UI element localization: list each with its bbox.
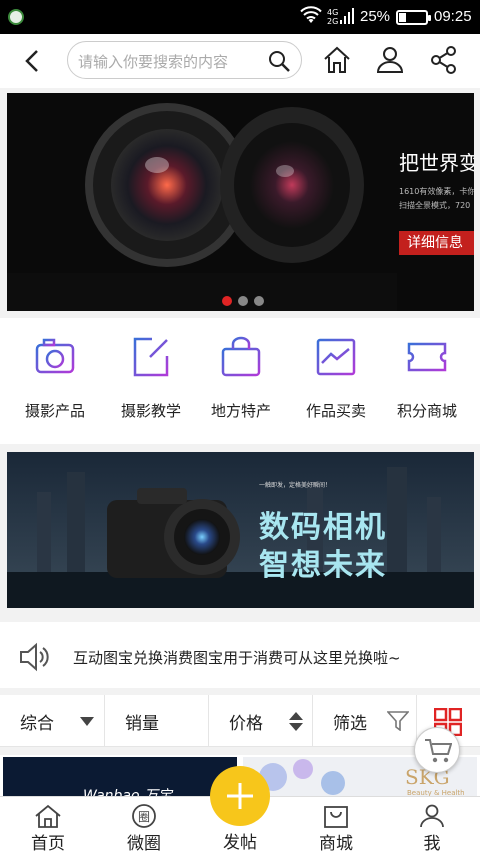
network-type: 4G 2G [327, 8, 339, 26]
search-input[interactable]: 请输入你要搜索的内容 [67, 41, 302, 79]
back-arrow-icon[interactable] [18, 46, 48, 76]
user-icon[interactable] [374, 44, 406, 76]
notice-bar[interactable]: 互动图宝兑换消费图宝用于消费可从这里兑换啦~ [0, 622, 480, 688]
category-grid: 摄影产品 摄影教学 地方特产 作品买卖 积分商城 [0, 318, 480, 444]
cart-button[interactable] [414, 727, 460, 773]
wifi-icon [300, 6, 322, 23]
circle-badge-icon: 圈 [132, 804, 156, 828]
category-works-trading[interactable]: 作品买卖 [288, 318, 384, 444]
notice-text: 互动图宝兑换消费图宝用于消费可从这里兑换啦~ [73, 649, 401, 667]
carousel-dot-1[interactable] [222, 296, 232, 306]
shopping-bag-icon [324, 806, 348, 828]
search-placeholder: 请输入你要搜索的内容 [78, 53, 229, 71]
category-label: 摄影产品 [24, 402, 85, 420]
city-camera-image [7, 452, 474, 608]
category-photo-products[interactable]: 摄影产品 [7, 318, 103, 444]
share-icon[interactable] [428, 44, 460, 76]
shopping-bag-icon [221, 336, 261, 377]
post-button[interactable] [210, 766, 270, 826]
home-icon[interactable] [321, 44, 353, 76]
clock: 09:25 [434, 8, 472, 25]
home-icon [35, 804, 61, 828]
banner2-tagline: 一触即发，定格美好瞬间！ [259, 482, 332, 489]
app-notification-icon [8, 9, 24, 25]
image-icon [316, 338, 356, 376]
battery-percent: 25% [360, 8, 391, 25]
sort-arrows-icon [289, 712, 303, 731]
cart-icon [425, 739, 452, 763]
category-local-specialties[interactable]: 地方特产 [193, 318, 289, 444]
carousel-dot-3[interactable] [254, 296, 264, 306]
filter-price[interactable]: 价格 [209, 695, 313, 747]
speaker-icon [20, 642, 49, 672]
nav-label-post: 发帖 [223, 833, 257, 853]
caret-down-icon [80, 717, 94, 726]
ticket-icon [407, 342, 447, 372]
filter-bar: 综合 销量 价格 筛选 [0, 695, 480, 747]
page: 4G 2G 25% 09:25 请输入你要搜索的内容 把世界变 1610有效像素… [0, 0, 480, 853]
svg-text:圈: 圈 [138, 810, 150, 824]
nav-me[interactable]: 我 [384, 797, 480, 853]
search-icon[interactable] [267, 49, 291, 73]
filter-label: 销量 [125, 714, 159, 734]
filter-screen[interactable]: 筛选 [313, 695, 417, 747]
banner-detail: 1610有效像素，卡你 扫描全景模式，720 [399, 187, 474, 210]
camera-lens-image [7, 103, 397, 311]
category-label: 地方特产 [210, 402, 271, 420]
signal-icon [340, 8, 354, 24]
filter-sales[interactable]: 销量 [105, 695, 209, 747]
carousel-dots [222, 291, 270, 310]
plus-icon [227, 783, 253, 809]
camera-icon [35, 338, 75, 374]
category-label: 作品买卖 [305, 402, 366, 420]
filter-sort-all[interactable]: 综合 [0, 695, 105, 747]
battery-icon [396, 10, 431, 25]
nav-circle[interactable]: 圈 微圈 [96, 797, 192, 853]
user-icon [420, 804, 444, 828]
nav-home[interactable]: 首页 [0, 797, 96, 853]
nav-label: 我 [423, 834, 441, 853]
nav-label: 微圈 [127, 834, 161, 853]
nav-label: 商城 [319, 834, 353, 853]
filter-label: 价格 [229, 714, 263, 734]
nav-mall[interactable]: 商城 [288, 797, 384, 853]
category-photo-teaching[interactable]: 摄影教学 [103, 318, 199, 444]
banner2-title-line2: 智想未来 [259, 548, 387, 583]
promo-banner[interactable]: 把世界变 1610有效像素，卡你 扫描全景模式，720 详细信息 [7, 93, 474, 311]
banner-headline: 把世界变 [399, 151, 474, 175]
carousel-dot-2[interactable] [238, 296, 248, 306]
nav-label: 首页 [31, 834, 65, 853]
filter-label: 综合 [20, 714, 54, 734]
funnel-icon [387, 711, 409, 731]
category-label: 积分商城 [396, 402, 457, 420]
category-points-mall[interactable]: 积分商城 [379, 318, 475, 444]
header: 请输入你要搜索的内容 [0, 34, 480, 88]
status-bar: 4G 2G 25% 09:25 [0, 0, 480, 34]
banner-detail-button[interactable]: 详细信息 [399, 231, 474, 255]
edit-icon [133, 337, 169, 377]
camera-ad-banner[interactable]: 一触即发，定格美好瞬间！ 数码相机 智想未来 [7, 452, 474, 608]
filter-label: 筛选 [333, 714, 367, 734]
category-label: 摄影教学 [120, 402, 181, 420]
